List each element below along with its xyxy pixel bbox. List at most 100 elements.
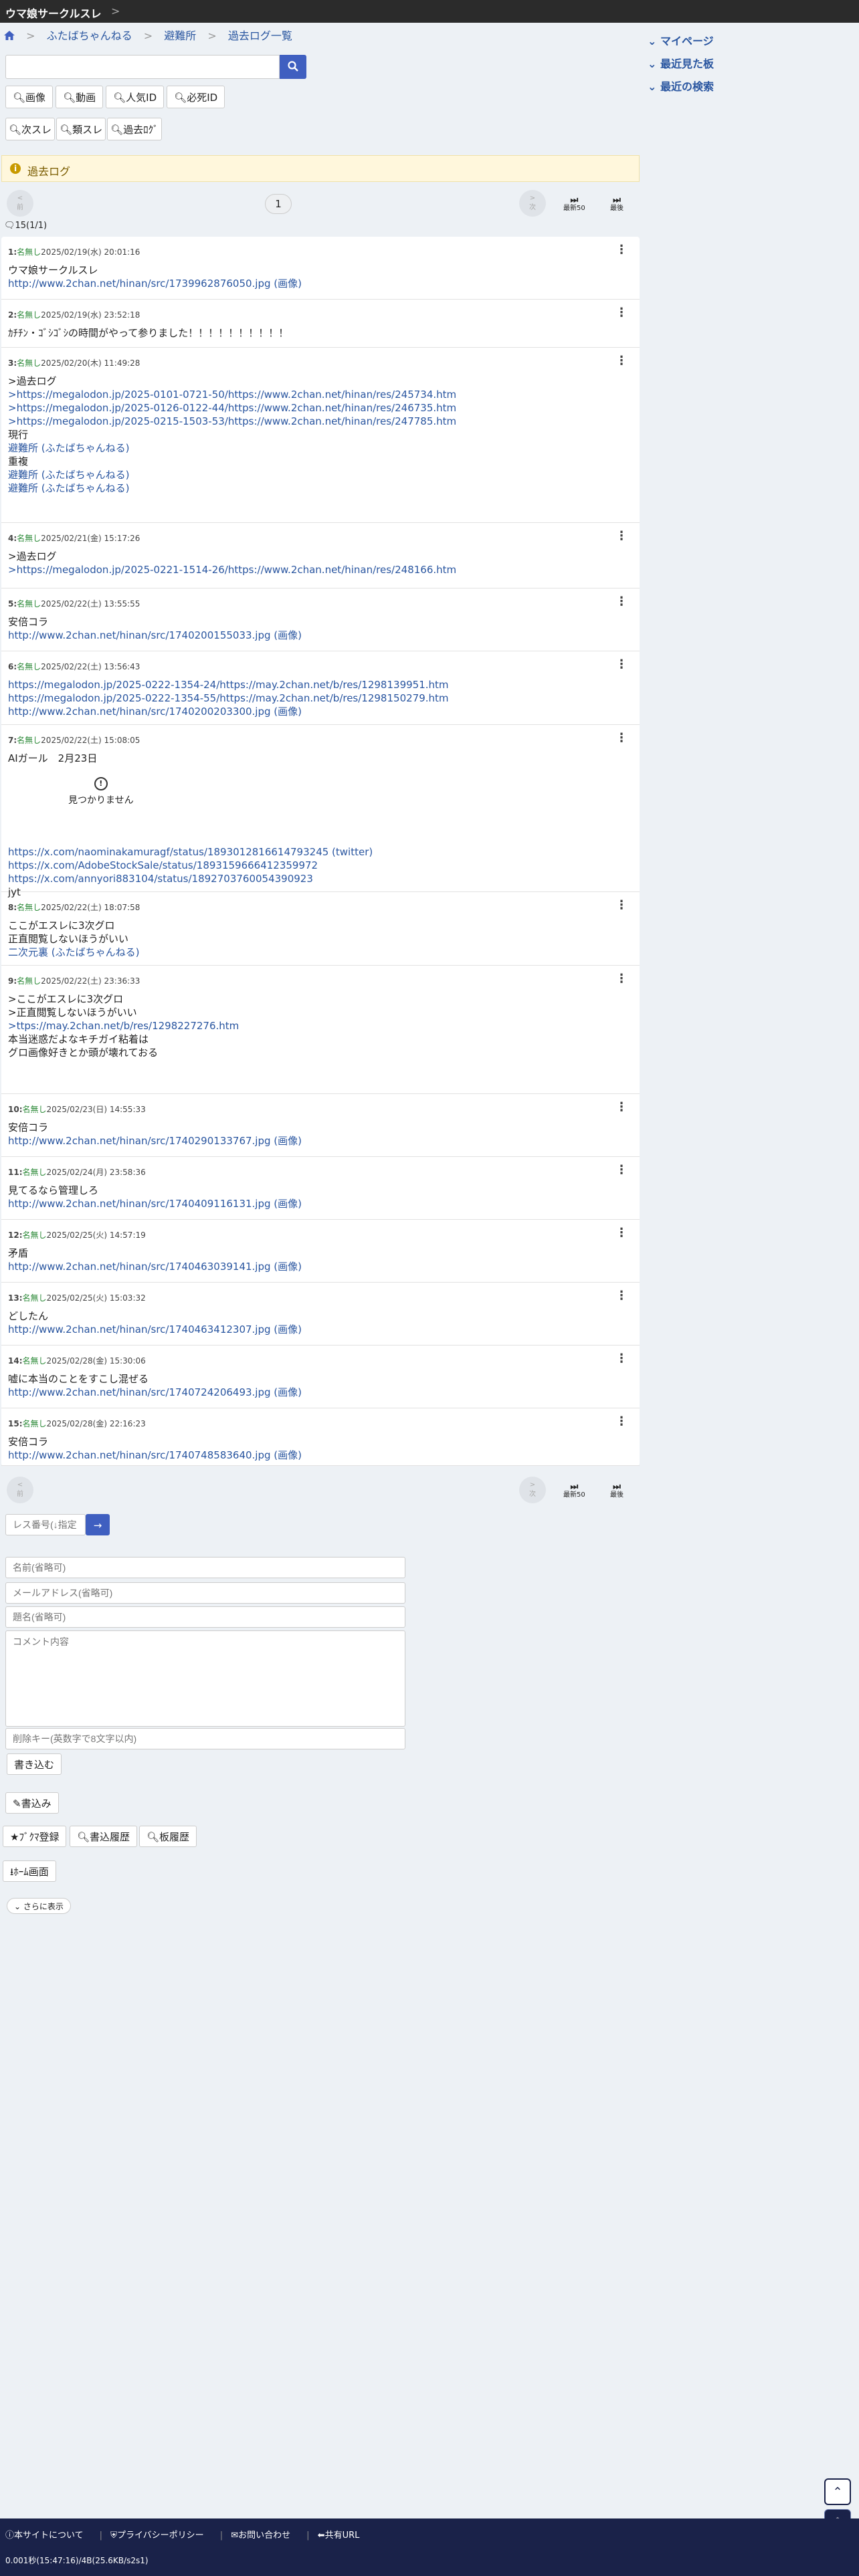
post-menu-icon[interactable]: ⋮ [615, 596, 628, 608]
post-menu-icon[interactable]: ⋮ [615, 659, 628, 671]
post-link[interactable]: http://www.2chan.net/hinan/src/174029013… [8, 1134, 302, 1148]
post-menu-icon[interactable]: ⋮ [615, 355, 628, 367]
post-menu-icon[interactable]: ⋮ [615, 1290, 628, 1302]
post-link[interactable]: http://www.2chan.net/hinan/src/174046341… [8, 1323, 302, 1336]
post-link[interactable]: http://www.2chan.net/hinan/src/174046303… [8, 1260, 302, 1273]
video-button[interactable]: 🔍︎動画 [56, 86, 104, 108]
prev-page-button[interactable]: < 前 [7, 1477, 33, 1503]
latest50-button[interactable]: ⏭︎ 最新50 [563, 1483, 585, 1499]
post-link[interactable]: >https://megalodon.jp/2025-0126-0122-44/… [8, 401, 456, 415]
similar-thread-button[interactable]: 🔍︎類スレ [56, 118, 106, 140]
image-button[interactable]: 🔍︎画像 [5, 86, 54, 108]
next-thread-button[interactable]: 🔍︎次スレ [5, 118, 56, 140]
post-number[interactable]: 10: [8, 1105, 23, 1114]
post-menu-icon[interactable]: ⋮ [615, 1353, 628, 1365]
post-menu-icon[interactable]: ⋮ [615, 244, 628, 256]
scroll-top-button[interactable]: ⌃ [824, 2478, 851, 2505]
sidebar-mypage[interactable]: ⌄ マイページ [648, 32, 714, 48]
post-menu-icon[interactable]: ⋮ [615, 973, 628, 985]
post-link[interactable]: 避難所 (ふたばちゃんねる) [8, 481, 456, 495]
post-link[interactable]: >ttps://may.2chan.net/b/res/1298227276.h… [8, 1019, 239, 1033]
search-button[interactable] [280, 55, 306, 79]
last-page-button[interactable]: ⏭︎ 最後 [610, 196, 624, 213]
desperate-id-button[interactable]: 🔍︎必死ID [167, 86, 225, 108]
post-number[interactable]: 4: [8, 534, 17, 543]
thread-title[interactable]: ウマ娘サークルスレ [5, 5, 102, 21]
post-menu-icon[interactable]: ⋮ [615, 1164, 628, 1176]
post-link[interactable]: >https://megalodon.jp/2025-0215-1503-53/… [8, 415, 456, 428]
home-screen-button[interactable]: ⭳ﾎｰﾑ画面 [3, 1860, 56, 1882]
post-link[interactable]: http://www.2chan.net/hinan/src/174040911… [8, 1197, 302, 1210]
write-button[interactable]: ✎書込み [5, 1792, 59, 1814]
post-number[interactable]: 11: [8, 1168, 23, 1177]
res-jump-button[interactable]: → [86, 1514, 110, 1535]
post-number[interactable]: 14: [8, 1356, 23, 1366]
search-input[interactable] [5, 55, 280, 79]
post-number[interactable]: 6: [8, 662, 17, 671]
post-number[interactable]: 5: [8, 599, 17, 609]
post-menu-icon[interactable]: ⋮ [615, 732, 628, 744]
post-menu-icon[interactable]: ⋮ [615, 307, 628, 319]
post-link[interactable]: http://www.2chan.net/hinan/src/174020020… [8, 705, 449, 718]
sidebar-recent-boards[interactable]: ⌄ 最近見た板 [648, 55, 714, 71]
post-number[interactable]: 13: [8, 1293, 23, 1303]
post-link[interactable]: http://www.2chan.net/hinan/src/174074858… [8, 1448, 302, 1462]
email-field[interactable] [5, 1582, 405, 1604]
post-link[interactable]: 二次元裏 (ふたばちゃんねる) [8, 946, 139, 959]
post-link[interactable]: http://www.2chan.net/hinan/src/174020015… [8, 629, 302, 642]
page-number[interactable]: 1 [265, 194, 292, 214]
contact-link[interactable]: ✉お問い合わせ [231, 2531, 298, 2541]
name-field[interactable] [5, 1557, 405, 1578]
breadcrumb-futaba[interactable]: ふたばちゃんねる [47, 29, 132, 42]
breadcrumb-hinan[interactable]: 避難所 [164, 29, 196, 42]
popular-id-button[interactable]: 🔍︎人気ID [106, 86, 165, 108]
privacy-link[interactable]: ⛨プライバシーポリシー [110, 2531, 212, 2541]
post-number[interactable]: 15: [8, 1419, 23, 1428]
board-history-button[interactable]: 🔍︎板履歴 [139, 1826, 197, 1847]
res-number-input[interactable] [5, 1514, 86, 1535]
post-number[interactable]: 2: [8, 310, 17, 320]
share-link[interactable]: ⬅共有URL [318, 2531, 368, 2541]
post-link[interactable]: https://megalodon.jp/2025-0222-1354-24/h… [8, 678, 449, 691]
delete-key-field[interactable] [5, 1728, 405, 1749]
show-more-button[interactable]: ⌄ さらに表示 [7, 1898, 71, 1914]
latest50-button[interactable]: ⏭︎ 最新50 [563, 196, 585, 213]
post-menu-icon[interactable]: ⋮ [615, 530, 628, 542]
post-history-button[interactable]: 🔍︎書込履歴 [70, 1826, 138, 1847]
post-link[interactable]: https://x.com/AdobeStockSale/status/1893… [8, 859, 373, 872]
post-link[interactable]: https://x.com/annyori883104/status/18927… [8, 872, 373, 885]
post-number[interactable]: 12: [8, 1230, 23, 1240]
home-icon[interactable] [4, 29, 18, 42]
breadcrumb-archive[interactable]: 過去ログ一覧 [228, 29, 292, 42]
about-link[interactable]: ⓘ本サイトについて [5, 2531, 92, 2541]
post-link[interactable]: 避難所 (ふたばちゃんねる) [8, 441, 456, 455]
post-8: 8:名無し2025/02/22(土) 18:07:58 ⋮ ここがエスレに3次グロ正… [1, 892, 640, 966]
post-link[interactable]: http://www.2chan.net/hinan/src/173996287… [8, 277, 302, 290]
comment-field[interactable] [5, 1630, 405, 1727]
post-link[interactable]: https://megalodon.jp/2025-0222-1354-55/h… [8, 691, 449, 705]
past-log-button[interactable]: 🔍︎過去ﾛｸﾞ [107, 118, 162, 140]
bookmark-button[interactable]: ★ﾌﾞｸﾏ登録 [3, 1826, 67, 1847]
post-number[interactable]: 3: [8, 358, 17, 368]
post-link[interactable]: >https://megalodon.jp/2025-0101-0721-50/… [8, 388, 456, 401]
next-page-button[interactable]: > 次 [519, 190, 546, 217]
post-line: ウマ娘サークルスレ [8, 264, 98, 276]
post-menu-icon[interactable]: ⋮ [615, 1416, 628, 1428]
post-number[interactable]: 1: [8, 247, 17, 257]
post-number[interactable]: 9: [8, 976, 17, 986]
post-link[interactable]: 避難所 (ふたばちゃんねる) [8, 468, 456, 481]
post-menu-icon[interactable]: ⋮ [615, 1101, 628, 1113]
post-link[interactable]: https://x.com/naominakamuragf/status/189… [8, 845, 373, 859]
sidebar-recent-searches[interactable]: ⌄ 最近の検索 [648, 78, 714, 94]
next-page-button[interactable]: > 次 [519, 1477, 546, 1503]
submit-button[interactable]: 書き込む [7, 1753, 62, 1775]
subject-field[interactable] [5, 1606, 405, 1628]
post-menu-icon[interactable]: ⋮ [615, 899, 628, 911]
prev-page-button[interactable]: < 前 [7, 190, 33, 217]
post-link[interactable]: http://www.2chan.net/hinan/src/174072420… [8, 1386, 302, 1399]
post-menu-icon[interactable]: ⋮ [615, 1227, 628, 1239]
post-link[interactable]: >https://megalodon.jp/2025-0221-1514-26/… [8, 563, 456, 576]
post-number[interactable]: 7: [8, 736, 17, 745]
last-page-button[interactable]: ⏭︎ 最後 [610, 1483, 624, 1499]
post-number[interactable]: 8: [8, 903, 17, 912]
